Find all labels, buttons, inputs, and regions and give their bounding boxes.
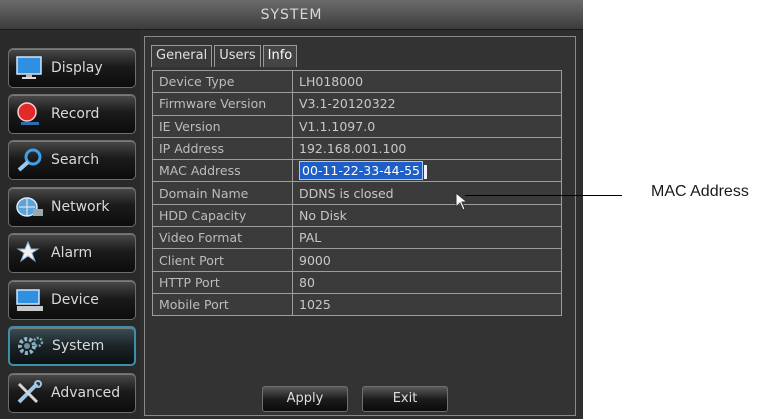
- info-key: HTTP Port: [152, 270, 293, 294]
- sidebar-item-network[interactable]: Network: [8, 187, 136, 227]
- alarm-icon: [13, 238, 47, 268]
- text-cursor: [424, 164, 427, 179]
- info-key: IE Version: [152, 114, 293, 138]
- sidebar-item-label: Device: [51, 292, 99, 308]
- sidebar-item-system[interactable]: System: [8, 326, 136, 366]
- sidebar-item-label: Display: [51, 60, 103, 76]
- info-value: No Disk: [292, 203, 562, 228]
- info-key: Domain Name: [152, 181, 293, 205]
- table-row: HDD Capacity No Disk: [152, 203, 562, 228]
- info-key: IP Address: [152, 136, 293, 161]
- info-value: 80: [292, 270, 562, 294]
- sidebar-item-alarm[interactable]: Alarm: [8, 233, 136, 273]
- gear-icon: [14, 331, 48, 361]
- magnifier-icon: [13, 145, 47, 175]
- sidebar-item-label: Advanced: [51, 385, 121, 401]
- network-icon: [13, 192, 47, 222]
- sidebar-item-advanced[interactable]: Advanced: [8, 373, 136, 413]
- table-row: IE Version V1.1.1097.0: [152, 114, 562, 138]
- sidebar-item-label: Alarm: [51, 245, 93, 261]
- info-key: Firmware Version: [152, 92, 293, 116]
- system-panel: General Users Info Device Type LH018000 …: [144, 36, 576, 416]
- device-icon: [13, 285, 47, 315]
- monitor-icon: [13, 53, 47, 83]
- tab-users[interactable]: Users: [214, 45, 261, 67]
- info-key: Client Port: [152, 248, 293, 272]
- info-key: Device Type: [152, 69, 293, 94]
- sidebar-item-record[interactable]: Record: [8, 94, 136, 134]
- info-value: PAL: [292, 226, 562, 250]
- info-key: Mobile Port: [152, 292, 293, 317]
- info-value: 192.168.001.100: [292, 136, 562, 161]
- exit-button[interactable]: Exit: [362, 386, 448, 412]
- callout-label: MAC Address: [651, 183, 749, 200]
- table-row: IP Address 192.168.001.100: [152, 136, 562, 161]
- info-value: 9000: [292, 248, 562, 272]
- info-value: V3.1-20120322: [292, 92, 562, 116]
- info-key: Video Format: [152, 226, 293, 250]
- sidebar: Display Record Search Network Alarm Devi…: [0, 30, 140, 419]
- sidebar-item-device[interactable]: Device: [8, 280, 136, 320]
- sidebar-item-label: Record: [51, 106, 100, 122]
- tab-general[interactable]: General: [151, 45, 213, 67]
- table-row: MAC Address 00-11-22-33-44-55: [152, 159, 562, 183]
- table-row: HTTP Port 80: [152, 270, 562, 294]
- callout-line: [465, 195, 622, 196]
- sidebar-item-label: Search: [51, 152, 100, 168]
- tools-icon: [13, 378, 47, 408]
- record-icon: [13, 99, 47, 129]
- table-row: Firmware Version V3.1-20120322: [152, 92, 562, 116]
- table-row: Domain Name DDNS is closed: [152, 181, 562, 205]
- info-value: V1.1.1097.0: [292, 114, 562, 138]
- window-title: SYSTEM: [0, 0, 583, 30]
- info-key: MAC Address: [152, 159, 293, 183]
- info-key: HDD Capacity: [152, 203, 293, 228]
- table-row: Client Port 9000: [152, 248, 562, 272]
- mac-address-cell[interactable]: 00-11-22-33-44-55: [292, 159, 562, 183]
- tab-info[interactable]: Info: [262, 45, 298, 67]
- table-row: Video Format PAL: [152, 226, 562, 250]
- sidebar-item-search[interactable]: Search: [8, 140, 136, 180]
- sidebar-item-label: Network: [51, 199, 110, 215]
- table-row: Device Type LH018000: [152, 69, 562, 94]
- info-value: 1025: [292, 292, 562, 317]
- apply-button[interactable]: Apply: [262, 386, 348, 412]
- info-value: LH018000: [292, 69, 562, 94]
- info-table: Device Type LH018000 Firmware Version V3…: [152, 69, 562, 317]
- sidebar-item-display[interactable]: Display: [8, 48, 136, 88]
- info-value: DDNS is closed: [292, 181, 562, 205]
- tab-bar: General Users Info: [151, 45, 299, 67]
- sidebar-item-label: System: [52, 338, 105, 354]
- table-row: Mobile Port 1025: [152, 292, 562, 317]
- mac-address-value[interactable]: 00-11-22-33-44-55: [299, 161, 423, 181]
- dvr-system-window: SYSTEM Display Record Search Network Ala…: [0, 0, 583, 419]
